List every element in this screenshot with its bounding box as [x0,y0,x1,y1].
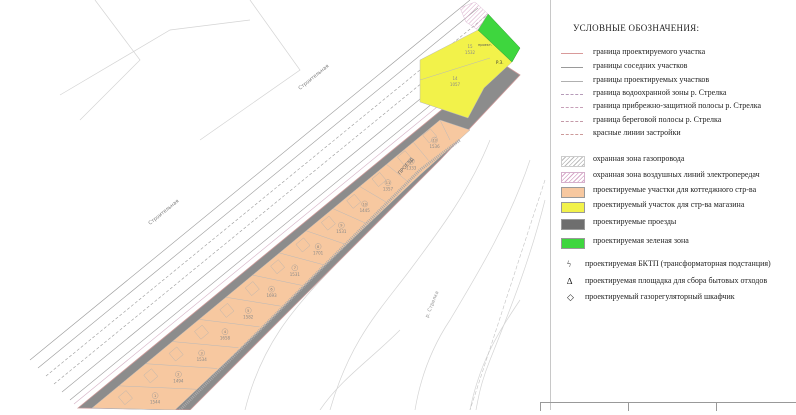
legend-line-symbol [561,53,583,54]
legend-title: УСЛОВНЫЕ ОБОЗНАЧЕНИЯ: [573,23,700,33]
legend-symbol-item: ϟ проектируемая БКТП (трансформаторная по… [551,259,796,271]
legend-area-label: охранная зона воздушных линий электропер… [593,170,760,179]
legend-line-symbol [561,134,583,135]
plot-area-value: 1544 [150,400,161,405]
plot-number: 15 [467,44,473,49]
plot-area-value: 1445 [360,208,371,213]
legend-area-label: проектируемая зеленая зона [593,236,689,245]
plot-area-value: 1057 [450,82,461,87]
waste-site-icon: ∆ [567,276,573,286]
map-legend: УСЛОВНЫЕ ОБОЗНАЧЕНИЯ: граница проектируе… [550,0,796,410]
legend-area-item: охранная зона воздушных линий электропер… [551,170,796,183]
legend-symbol-item: ◇ проектируемый газорегуляторный шкафчик [551,292,796,304]
legend-symbol-label: проектируемая площадка для сбора бытовых… [585,276,768,285]
plot-area-value: 1534 [197,357,208,362]
shop-label-annotation: проект. [478,43,492,47]
legend-line-item: красные линии застройки [551,128,796,140]
legend-line-label: граница прибрежно-защитной полосы р. Стр… [593,101,762,110]
legend-area-item: проектируемая зеленая зона [551,236,796,249]
legend-line-label: граница береговой полосы р. Стрелка [593,115,722,124]
plot-area-value: 1532 [465,50,476,55]
legend-line-symbol [561,81,583,82]
transformer-icon: ϟ [567,259,572,269]
plot-number: 1 [154,394,156,398]
plot-number: 12 [409,160,413,164]
plot-number: 9 [340,224,342,228]
svg-text:Строительная: Строительная [297,63,330,91]
plot-number: 3 [201,351,203,355]
legend-symbol-label: проектируемая БКТП (трансформаторная под… [585,259,771,268]
plot-area-value: 1701 [313,251,324,256]
legend-area-item: проектируемые проезды [551,217,796,230]
legend-symbol-label: проектируемый газорегуляторный шкафчик [585,292,735,301]
legend-symbol-item: ∆ проектируемая площадка для сбора бытовы… [551,276,796,288]
site-plan-map: р. Стрелка Строительная Строительная ПРО… [0,0,550,412]
plot-number: 7 [294,266,296,270]
legend-area-swatch [561,238,585,249]
plot-area-value: 1357 [383,187,394,192]
plot-area-value: 1494 [173,378,184,383]
plot-number: 6 [270,288,272,292]
plot-number: 8 [317,245,319,249]
plot-number: 13 [432,138,436,142]
legend-line-label: граница проектируемого участка [593,47,706,56]
legend-area-label: охранная зона газопровода [593,154,685,163]
plot-number: 14 [452,76,458,81]
legend-area-item: проектируемый участок для стр-ва магазин… [551,200,796,213]
legend-area-label: проектируемый участок для стр-ва магазин… [593,200,745,209]
legend-line-item: граница водоохранной зоны р. Стрелка [551,88,796,100]
plot-area-value: 1531 [290,272,301,277]
legend-area-label: проектируемые участки для коттеджного ст… [593,185,757,194]
plot-area-value: 1693 [266,293,277,298]
project-boundary [76,61,521,411]
legend-area-swatch [561,156,585,167]
plot-number: 2 [177,373,179,377]
legend-area-swatch [561,187,585,198]
legend-line-label: границы проектируемых участков [593,75,710,84]
legend-line-symbol [561,67,583,68]
legend-area-item: проектируемые участки для коттеджного ст… [551,185,796,198]
plot-number: 5 [247,309,249,313]
legend-line-item: границы проектируемых участков [551,75,796,87]
legend-line-symbol [561,107,583,108]
svg-text:р. Стрелка: р. Стрелка [424,290,440,318]
plot-area-value: 1536 [429,144,440,149]
legend-area-swatch [561,219,585,230]
plot-area-value: 1531 [336,229,347,234]
legend-line-label: красные линии застройки [593,128,681,137]
plot-number: 11 [386,181,390,185]
green-zone-label: Р.З. [496,60,504,65]
legend-line-item: граница прибрежно-защитной полосы р. Стр… [551,101,796,113]
legend-line-symbol [561,121,583,122]
legend-line-label: граница водоохранной зоны р. Стрелка [593,88,727,97]
legend-area-swatch [561,172,585,183]
svg-text:Строительная: Строительная [147,198,180,226]
legend-line-symbol [561,94,583,95]
plot-area-value: 1658 [220,336,231,341]
legend-area-item: охранная зона газопровода [551,154,796,167]
gas-cabinet-icon: ◇ [567,292,574,302]
legend-area-label: проектируемые проезды [593,217,677,226]
plot-area-value: 1333 [406,165,417,170]
legend-line-item: граница береговой полосы р. Стрелка [551,115,796,127]
legend-line-item: границы соседних участков [551,61,796,73]
plot-number: 10 [362,202,366,206]
legend-line-item: граница проектируемого участка [551,47,796,59]
legend-area-swatch [561,202,585,213]
legend-line-label: границы соседних участков [593,61,688,70]
plot-area-value: 1582 [243,314,254,319]
site-plan-drawing: р. Стрелка Строительная Строительная ПРО… [29,0,546,412]
